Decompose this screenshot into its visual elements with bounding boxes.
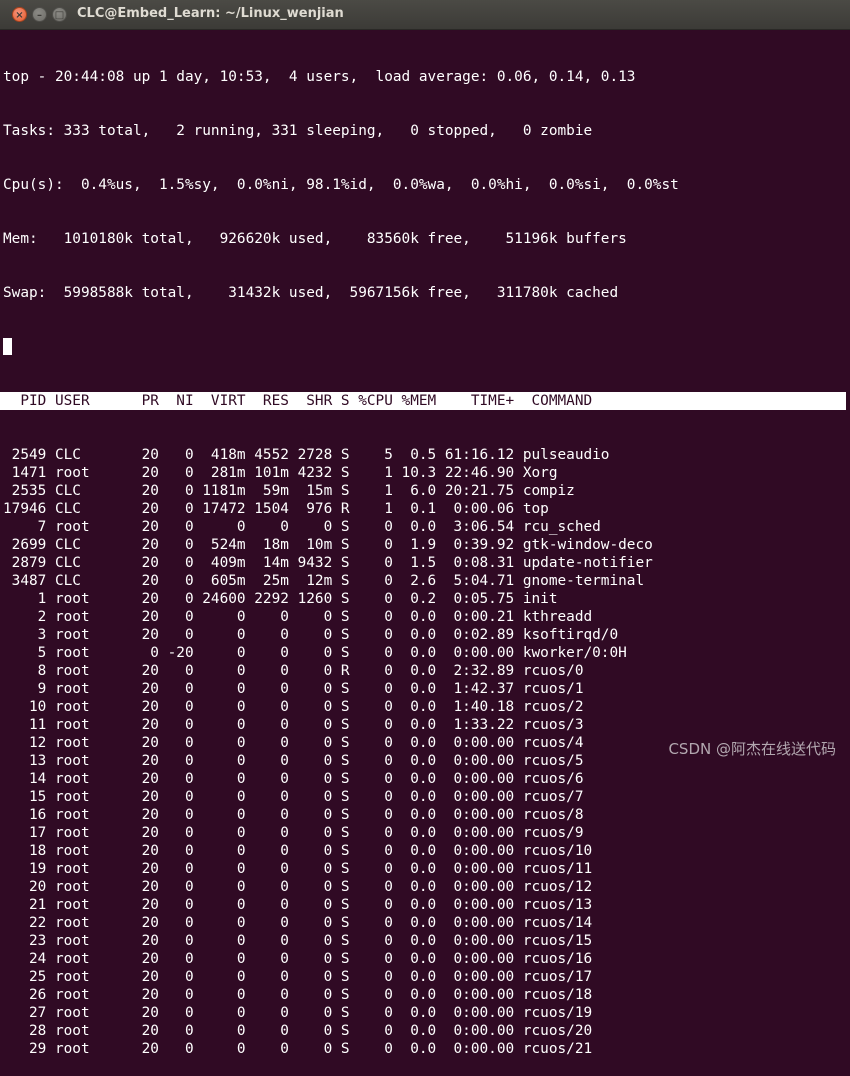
minimize-icon: – — [37, 10, 42, 21]
close-icon: × — [15, 10, 24, 21]
process-row: 1 root 20 0 24600 2292 1260 S 0 0.2 0:05… — [3, 591, 558, 607]
terminal-scrollbar[interactable] — [846, 30, 850, 771]
process-row: 3487 CLC 20 0 605m 25m 12m S 0 2.6 5:04.… — [3, 573, 645, 589]
process-row: 10 root 20 0 0 0 0 S 0 0.0 1:40.18 rcuos… — [3, 699, 584, 715]
close-window-button[interactable]: × — [12, 7, 27, 22]
process-row: 15 root 20 0 0 0 0 S 0 0.0 0:00.00 rcuos… — [3, 789, 584, 805]
prompt-line — [3, 338, 850, 356]
maximize-window-button[interactable]: □ — [52, 7, 67, 22]
process-row: 8 root 20 0 0 0 0 R 0 0.0 2:32.89 rcuos/… — [3, 663, 584, 679]
process-row: 29 root 20 0 0 0 0 S 0 0.0 0:00.00 rcuos… — [3, 1041, 593, 1057]
window-title: CLC@Embed_Learn: ~/Linux_wenjian — [77, 6, 344, 21]
process-row: 17 root 20 0 0 0 0 S 0 0.0 0:00.00 rcuos… — [3, 825, 584, 841]
process-row: 26 root 20 0 0 0 0 S 0 0.0 0:00.00 rcuos… — [3, 987, 593, 1003]
watermark: CSDN @阿杰在线送代码 — [668, 740, 836, 758]
process-row: 11 root 20 0 0 0 0 S 0 0.0 1:33.22 rcuos… — [3, 717, 584, 733]
process-row: 22 root 20 0 0 0 0 S 0 0.0 0:00.00 rcuos… — [3, 915, 593, 931]
process-row: 9 root 20 0 0 0 0 S 0 0.0 1:42.37 rcuos/… — [3, 681, 584, 697]
maximize-icon: □ — [54, 10, 65, 21]
process-row: 20 root 20 0 0 0 0 S 0 0.0 0:00.00 rcuos… — [3, 879, 593, 895]
window-titlebar[interactable]: × – □ CLC@Embed_Learn: ~/Linux_wenjian — [0, 0, 850, 30]
summary-mem-line: Mem: 1010180k total, 926620k used, 83560… — [3, 231, 627, 247]
process-row: 2879 CLC 20 0 409m 14m 9432 S 0 1.5 0:08… — [3, 555, 653, 571]
process-row: 2 root 20 0 0 0 0 S 0 0.0 0:00.21 kthrea… — [3, 609, 593, 625]
process-row: 16 root 20 0 0 0 0 S 0 0.0 0:00.00 rcuos… — [3, 807, 584, 823]
process-row: 5 root 0 -20 0 0 0 S 0 0.0 0:00.00 kwork… — [3, 645, 627, 661]
process-row: 3 root 20 0 0 0 0 S 0 0.0 0:02.89 ksofti… — [3, 627, 619, 643]
minimize-window-button[interactable]: – — [32, 7, 47, 22]
process-row: 7 root 20 0 0 0 0 S 0 0.0 3:06.54 rcu_sc… — [3, 519, 601, 535]
summary-swap-line: Swap: 5998588k total, 31432k used, 59671… — [3, 285, 619, 301]
process-row: 17946 CLC 20 0 17472 1504 976 R 1 0.1 0:… — [3, 501, 549, 517]
summary-uptime-line: top - 20:44:08 up 1 day, 10:53, 4 users,… — [3, 69, 636, 85]
summary-cpu-line: Cpu(s): 0.4%us, 1.5%sy, 0.0%ni, 98.1%id,… — [3, 177, 679, 193]
process-row: 19 root 20 0 0 0 0 S 0 0.0 0:00.00 rcuos… — [3, 861, 593, 877]
process-row: 2535 CLC 20 0 1181m 59m 15m S 1 6.0 20:2… — [3, 483, 575, 499]
process-row: 27 root 20 0 0 0 0 S 0 0.0 0:00.00 rcuos… — [3, 1005, 593, 1021]
process-row: 1471 root 20 0 281m 101m 4232 S 1 10.3 2… — [3, 465, 558, 481]
process-table-header: PID USER PR NI VIRT RES SHR S %CPU %MEM … — [0, 392, 850, 410]
process-row: 25 root 20 0 0 0 0 S 0 0.0 0:00.00 rcuos… — [3, 969, 593, 985]
process-row: 18 root 20 0 0 0 0 S 0 0.0 0:00.00 rcuos… — [3, 843, 593, 859]
summary-tasks-line: Tasks: 333 total, 2 running, 331 sleepin… — [3, 123, 593, 139]
process-row: 14 root 20 0 0 0 0 S 0 0.0 0:00.00 rcuos… — [3, 771, 584, 787]
process-row: 24 root 20 0 0 0 0 S 0 0.0 0:00.00 rcuos… — [3, 951, 593, 967]
process-row: 21 root 20 0 0 0 0 S 0 0.0 0:00.00 rcuos… — [3, 897, 593, 913]
process-row: 23 root 20 0 0 0 0 S 0 0.0 0:00.00 rcuos… — [3, 933, 593, 949]
process-row: 2549 CLC 20 0 418m 4552 2728 S 5 0.5 61:… — [3, 447, 610, 463]
terminal-cursor — [3, 338, 12, 355]
terminal-content[interactable]: top - 20:44:08 up 1 day, 10:53, 4 users,… — [0, 32, 850, 1076]
process-row: 2699 CLC 20 0 524m 18m 10m S 0 1.9 0:39.… — [3, 537, 653, 553]
process-row: 28 root 20 0 0 0 0 S 0 0.0 0:00.00 rcuos… — [3, 1023, 593, 1039]
